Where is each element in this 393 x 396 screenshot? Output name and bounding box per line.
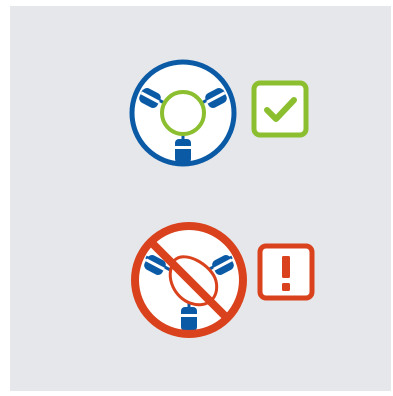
checkmark-icon bbox=[251, 80, 309, 138]
jaw-bottom bbox=[181, 307, 197, 331]
deformed-ring-in-clamp-icon bbox=[131, 222, 247, 338]
jaw-bottom bbox=[175, 139, 191, 163]
illustration-panel bbox=[10, 6, 391, 391]
exclamation-icon bbox=[257, 243, 315, 301]
centered-ring bbox=[160, 90, 206, 136]
centered-ring-in-clamp-icon bbox=[129, 59, 237, 167]
